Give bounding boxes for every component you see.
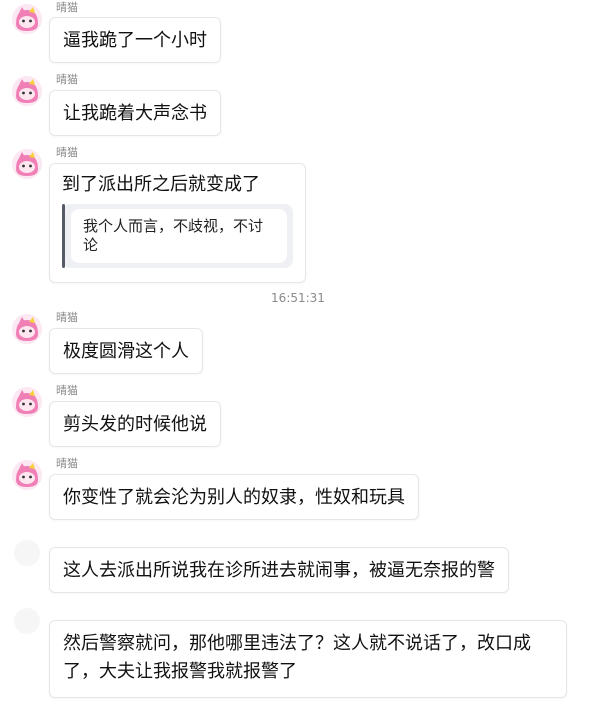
message-bubble[interactable]: 极度圆滑这个人 bbox=[49, 328, 203, 374]
message-bubble-with-quote[interactable]: 到了派出所之后就变成了 我个人而言，不歧视，不讨论 bbox=[49, 163, 306, 283]
message-text: 然后警察就问，那他哪里违法了？这人就不说话了，改口成了，大夫让我报警我就报警了 bbox=[63, 633, 531, 682]
message-text: 逼我跪了一个小时 bbox=[63, 30, 207, 51]
message-bubble[interactable]: 然后警察就问，那他哪里违法了？这人就不说话了，改口成了，大夫让我报警我就报警了 bbox=[49, 620, 567, 698]
pink-cat-avatar-icon bbox=[12, 149, 42, 179]
message-bubble[interactable]: 让我跪着大声念书 bbox=[49, 90, 221, 136]
timestamp: 16:51:31 bbox=[271, 291, 325, 305]
avatar[interactable] bbox=[12, 314, 42, 344]
pink-cat-avatar-icon bbox=[12, 76, 42, 106]
sender-name: 晴猫 bbox=[56, 311, 78, 324]
message-text: 让我跪着大声念书 bbox=[63, 103, 207, 124]
pink-cat-avatar-icon bbox=[12, 387, 42, 417]
message-bubble[interactable]: 剪头发的时候他说 bbox=[49, 401, 221, 447]
quoted-message[interactable]: 我个人而言，不歧视，不讨论 bbox=[62, 204, 293, 268]
avatar[interactable] bbox=[12, 4, 42, 34]
message-text: 你变性了就会沦为别人的奴隶，性奴和玩具 bbox=[63, 487, 405, 508]
avatar-placeholder bbox=[14, 540, 40, 566]
pink-cat-avatar-icon bbox=[12, 4, 42, 34]
message-text: 到了派出所之后就变成了 bbox=[62, 174, 260, 195]
message-text: 这人去派出所说我在诊所进去就闹事，被逼无奈报的警 bbox=[63, 560, 495, 581]
quoted-text: 我个人而言，不歧视，不讨论 bbox=[71, 209, 287, 263]
sender-name: 晴猫 bbox=[56, 73, 78, 86]
avatar[interactable] bbox=[12, 387, 42, 417]
sender-name: 晴猫 bbox=[56, 457, 78, 470]
chat-window: 晴猫 逼我跪了一个小时 晴猫 让我跪着大声念书 晴猫 到了派出所之后就变成了 我… bbox=[0, 0, 596, 706]
sender-name: 晴猫 bbox=[56, 146, 78, 159]
avatar-placeholder bbox=[14, 608, 40, 634]
sender-name: 晴猫 bbox=[56, 1, 78, 14]
avatar[interactable] bbox=[12, 149, 42, 179]
message-text: 剪头发的时候他说 bbox=[63, 414, 207, 435]
avatar[interactable] bbox=[12, 460, 42, 490]
message-bubble[interactable]: 逼我跪了一个小时 bbox=[49, 17, 221, 63]
avatar[interactable] bbox=[12, 76, 42, 106]
pink-cat-avatar-icon bbox=[12, 460, 42, 490]
pink-cat-avatar-icon bbox=[12, 314, 42, 344]
message-text: 极度圆滑这个人 bbox=[63, 341, 189, 362]
message-bubble[interactable]: 你变性了就会沦为别人的奴隶，性奴和玩具 bbox=[49, 474, 419, 520]
message-bubble[interactable]: 这人去派出所说我在诊所进去就闹事，被逼无奈报的警 bbox=[49, 547, 509, 593]
sender-name: 晴猫 bbox=[56, 384, 78, 397]
